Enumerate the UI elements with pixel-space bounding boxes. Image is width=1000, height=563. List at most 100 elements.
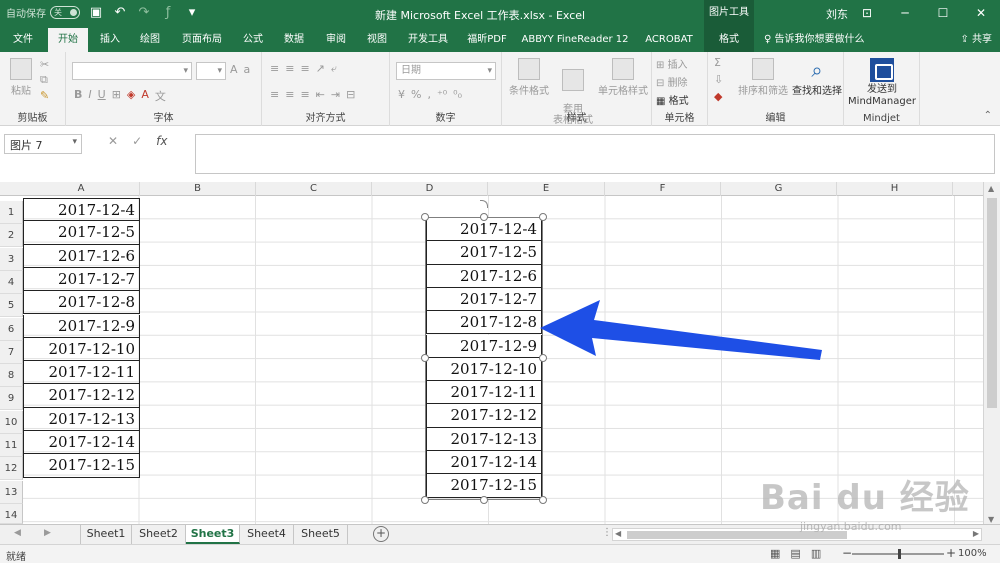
- zoom-level[interactable]: 100%: [958, 548, 987, 559]
- decrease-font-icon[interactable]: a: [244, 63, 251, 76]
- row-header-7[interactable]: 7: [0, 340, 23, 364]
- column-header-d[interactable]: D: [372, 182, 488, 196]
- clear-icon[interactable]: ◆: [714, 90, 723, 103]
- cell-styles-button[interactable]: 单元格样式: [596, 58, 650, 97]
- italic-icon[interactable]: I: [88, 88, 91, 104]
- share-button[interactable]: ⇪ 共享: [960, 28, 992, 52]
- user-name[interactable]: 刘东: [826, 6, 848, 22]
- cell-a1[interactable]: 2017-12-4: [23, 198, 140, 222]
- vertical-scrollbar[interactable]: ▲ ▼: [983, 182, 1000, 526]
- cell-a5[interactable]: 2017-12-8: [23, 291, 140, 315]
- tab-formulas[interactable]: 公式: [236, 28, 270, 52]
- phonetic-icon[interactable]: 文: [155, 88, 166, 104]
- customize-qat-icon[interactable]: ▾: [184, 5, 200, 20]
- row-header-12[interactable]: 12: [0, 457, 23, 481]
- autosave[interactable]: 自动保存 关: [6, 5, 80, 20]
- page-layout-view-icon[interactable]: ▤: [790, 547, 800, 560]
- resize-handle-top-right[interactable]: [539, 213, 547, 221]
- next-sheet-icon[interactable]: ▶: [44, 528, 51, 538]
- indent-increase-icon[interactable]: ⇥: [331, 88, 340, 101]
- cell-a3[interactable]: 2017-12-6: [23, 244, 140, 268]
- name-box[interactable]: 图片 7: [4, 134, 82, 154]
- autosum-icon[interactable]: Σ: [714, 56, 723, 69]
- page-break-view-icon[interactable]: ▥: [811, 547, 821, 560]
- resize-handle-top-left[interactable]: [421, 213, 429, 221]
- format-cells-button[interactable]: ▦ 格式: [656, 92, 689, 107]
- row-header-1[interactable]: 1: [0, 201, 23, 224]
- tab-file[interactable]: 文件: [4, 28, 42, 52]
- row-header-4[interactable]: 4: [0, 270, 23, 294]
- row-header-14[interactable]: 14: [0, 503, 23, 524]
- maximize-icon[interactable]: ☐: [924, 0, 962, 28]
- copy-icon[interactable]: ⧉: [40, 73, 49, 87]
- tab-view[interactable]: 视图: [360, 28, 394, 52]
- align-bottom-icon[interactable]: ≡: [300, 62, 309, 76]
- enter-icon[interactable]: ✓: [132, 134, 142, 148]
- function-icon[interactable]: ƒ: [160, 5, 176, 20]
- bold-icon[interactable]: B: [74, 88, 82, 104]
- font-name-dropdown[interactable]: [72, 62, 192, 80]
- tab-split-handle[interactable]: ⋮: [602, 527, 612, 538]
- fill-color-icon[interactable]: ◈: [127, 88, 135, 104]
- decrease-decimal-icon[interactable]: ⁰₀: [453, 88, 462, 101]
- percent-icon[interactable]: %: [411, 88, 421, 101]
- indent-decrease-icon[interactable]: ⇤: [316, 88, 325, 101]
- column-header-a[interactable]: A: [23, 182, 140, 196]
- align-middle-icon[interactable]: ≡: [285, 62, 294, 76]
- zoom-out-icon[interactable]: −: [842, 546, 852, 560]
- row-header-3[interactable]: 3: [0, 247, 23, 271]
- sort-filter-button[interactable]: 排序和筛选: [738, 58, 788, 97]
- tab-page-layout[interactable]: 页面布局: [174, 28, 230, 52]
- sheet-tab-sheet3[interactable]: Sheet3: [186, 525, 240, 544]
- column-header-g[interactable]: G: [721, 182, 837, 196]
- tab-home[interactable]: 开始: [48, 28, 88, 52]
- tab-review[interactable]: 审阅: [318, 28, 354, 52]
- cell-a2[interactable]: 2017-12-5: [23, 221, 140, 245]
- sheet-tab-sheet4[interactable]: Sheet4: [240, 525, 294, 544]
- sheet-tab-sheet5[interactable]: Sheet5: [294, 525, 348, 544]
- insert-function-icon[interactable]: fx: [156, 134, 167, 148]
- sheet-tab-sheet1[interactable]: Sheet1: [80, 525, 132, 544]
- collapse-ribbon-icon[interactable]: ⌃: [984, 110, 992, 121]
- tab-foxit-pdf[interactable]: 福昕PDF: [462, 28, 512, 52]
- increase-font-icon[interactable]: A: [230, 63, 238, 76]
- insert-cells-button[interactable]: ⊞ 插入: [656, 56, 688, 71]
- cut-icon[interactable]: ✂: [40, 58, 49, 71]
- undo-icon[interactable]: ↶: [112, 5, 128, 20]
- row-header-2[interactable]: 2: [0, 224, 23, 248]
- row-header-10[interactable]: 10: [0, 410, 23, 434]
- cell-a6[interactable]: 2017-12-9: [23, 314, 140, 338]
- scroll-left-icon[interactable]: ◀: [615, 529, 621, 538]
- increase-decimal-icon[interactable]: ⁺⁰: [437, 88, 447, 101]
- cell-a11[interactable]: 2017-12-14: [23, 431, 140, 455]
- find-select-button[interactable]: ⌕ 查找和选择: [790, 58, 844, 97]
- row-header-9[interactable]: 9: [0, 387, 23, 411]
- resize-handle-top[interactable]: [480, 213, 488, 221]
- ribbon-display-icon[interactable]: ⊡: [848, 0, 886, 28]
- cell-a10[interactable]: 2017-12-13: [23, 407, 140, 431]
- add-sheet-button[interactable]: +: [373, 526, 389, 542]
- cell-a9[interactable]: 2017-12-12: [23, 384, 140, 408]
- tell-me-search[interactable]: ♀ 告诉我你想要做什么: [764, 28, 865, 52]
- tab-developer[interactable]: 开发工具: [400, 28, 456, 52]
- row-header-11[interactable]: 11: [0, 434, 23, 457]
- align-center-icon[interactable]: ≡: [285, 88, 294, 101]
- orientation-icon[interactable]: ↗: [316, 62, 325, 76]
- row-header-6[interactable]: 6: [0, 317, 23, 341]
- resize-handle-bottom-left[interactable]: [421, 496, 429, 504]
- tab-data[interactable]: 数据: [276, 28, 312, 52]
- tab-abbyy[interactable]: ABBYY FineReader 12: [518, 28, 632, 52]
- format-painter-icon[interactable]: ✎: [40, 89, 49, 102]
- send-to-mindmanager-button[interactable]: 发送到 MindManager: [846, 58, 918, 108]
- cell-a12[interactable]: 2017-12-15: [23, 454, 140, 478]
- underline-icon[interactable]: U: [98, 88, 106, 104]
- column-header-e[interactable]: E: [488, 182, 605, 196]
- border-icon[interactable]: ⊞: [112, 88, 121, 104]
- tab-format[interactable]: 格式: [704, 28, 754, 52]
- cell-a7[interactable]: 2017-12-10: [23, 337, 140, 362]
- merge-center-icon[interactable]: ⊟: [346, 88, 355, 101]
- cell-a4[interactable]: 2017-12-7: [23, 267, 140, 292]
- autosave-toggle[interactable]: 关: [50, 6, 80, 19]
- cancel-icon[interactable]: ✕: [108, 134, 118, 148]
- save-icon[interactable]: ▣: [88, 5, 104, 20]
